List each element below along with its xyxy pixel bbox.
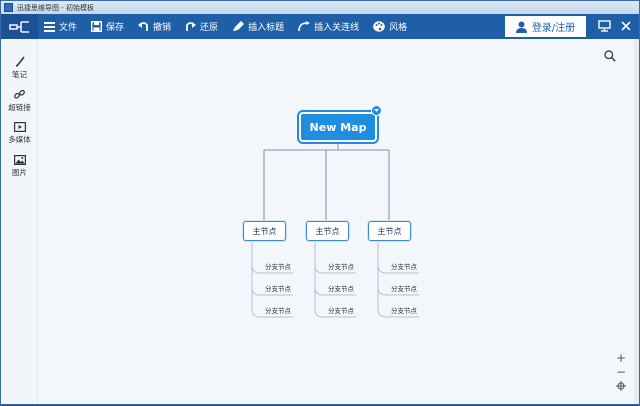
branch-node[interactable]: 分支节点 bbox=[258, 283, 298, 295]
root-node[interactable]: New Map bbox=[297, 110, 379, 144]
branch-node[interactable]: 分支节点 bbox=[321, 261, 361, 273]
search-button[interactable] bbox=[604, 47, 616, 66]
center-map-button[interactable] bbox=[614, 379, 628, 393]
zoom-in-button[interactable]: + bbox=[614, 351, 628, 365]
main-node[interactable]: 主节点 bbox=[243, 221, 286, 241]
search-icon bbox=[604, 50, 616, 62]
zoom-controls: + − bbox=[614, 351, 628, 397]
branch-node[interactable]: 分支节点 bbox=[258, 261, 298, 273]
connector-lines bbox=[251, 144, 419, 318]
zoom-out-button[interactable]: − bbox=[614, 365, 628, 379]
branch-node[interactable]: 分支节点 bbox=[384, 283, 424, 295]
root-collapse-badge[interactable] bbox=[371, 105, 382, 116]
app-window: 迅捷思维导图 - 初始模板 文件 保存 撤销 还原 插入标题 插入关连线 风格 … bbox=[0, 0, 640, 405]
main-node[interactable]: 主节点 bbox=[368, 221, 411, 241]
crosshair-icon bbox=[616, 381, 626, 391]
main-node[interactable]: 主节点 bbox=[306, 221, 349, 241]
branch-node[interactable]: 分支节点 bbox=[321, 283, 361, 295]
branch-node[interactable]: 分支节点 bbox=[321, 305, 361, 317]
branch-node[interactable]: 分支节点 bbox=[384, 261, 424, 273]
branch-node[interactable]: 分支节点 bbox=[258, 305, 298, 317]
chevron-down-icon bbox=[374, 109, 379, 112]
branch-node[interactable]: 分支节点 bbox=[384, 305, 424, 317]
